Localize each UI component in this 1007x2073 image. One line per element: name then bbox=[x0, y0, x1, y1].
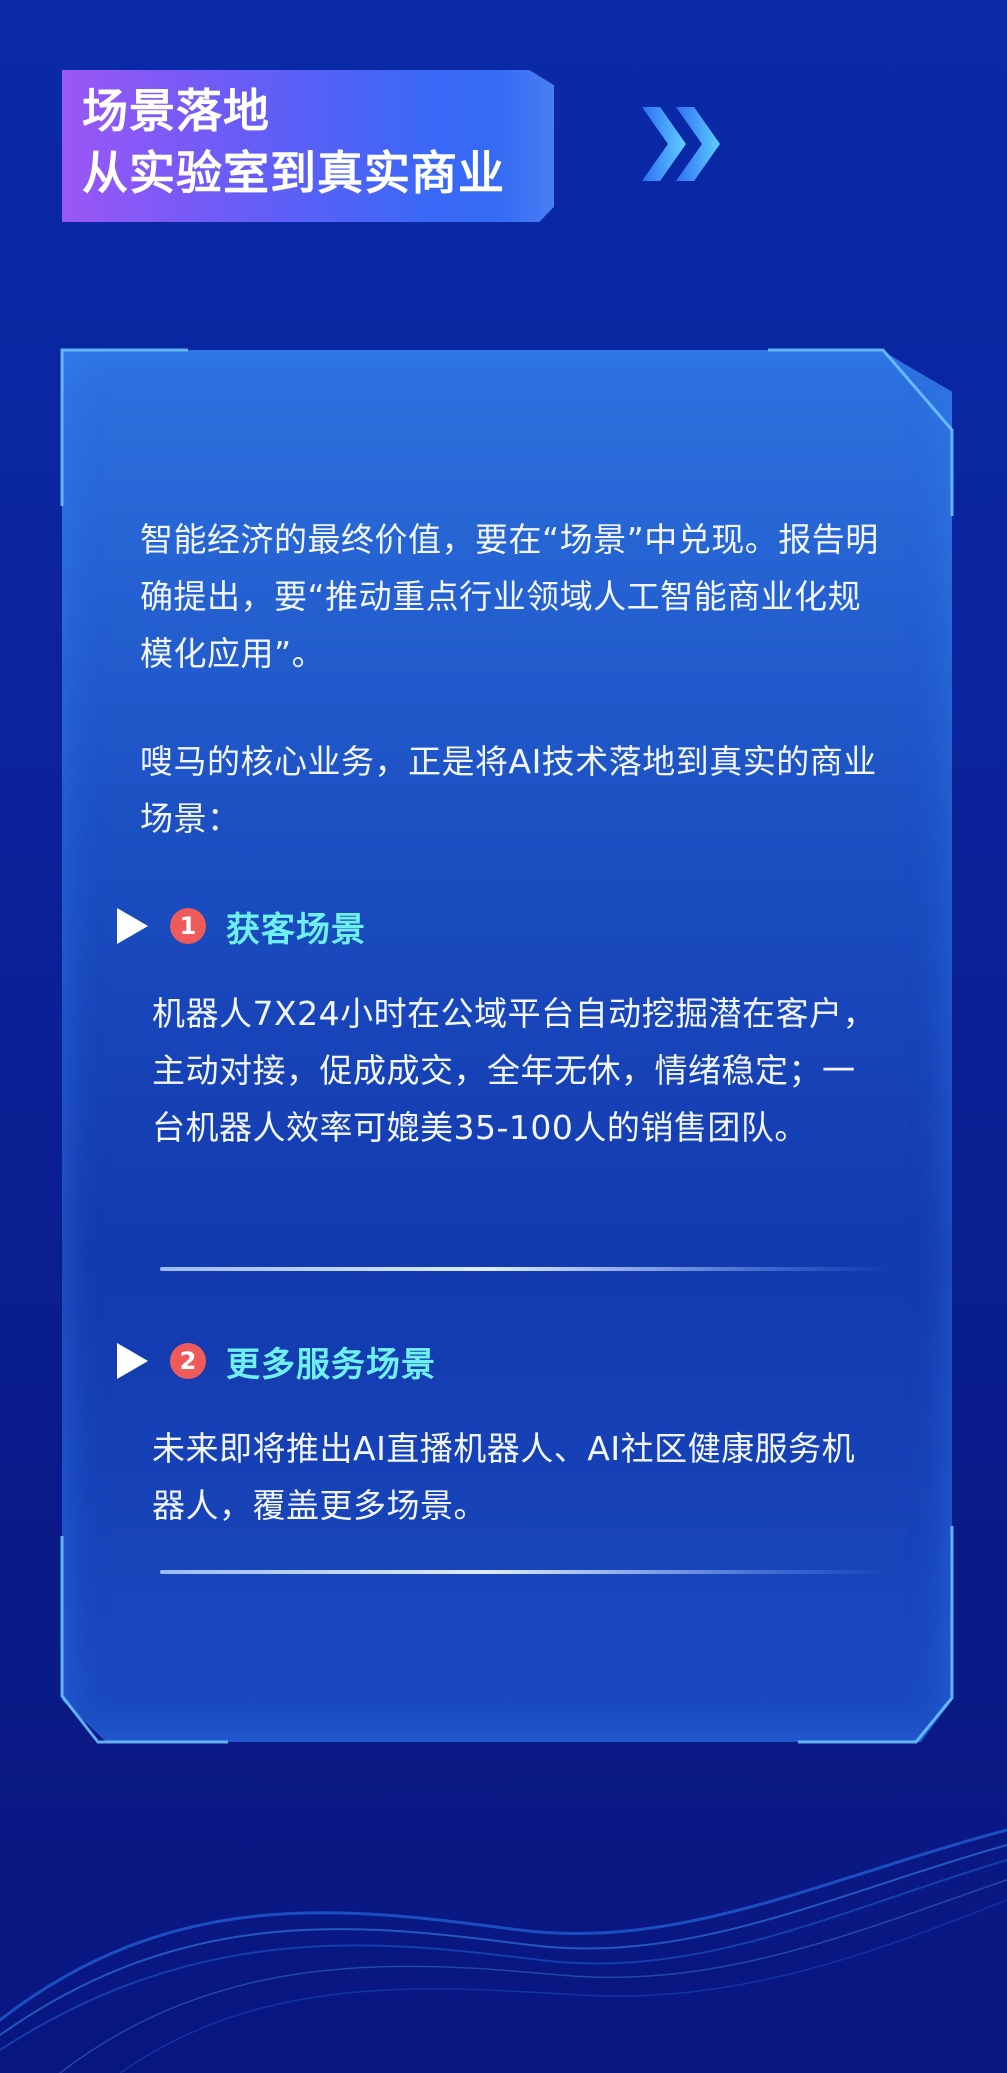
page-title-line-1: 场景落地 bbox=[82, 84, 270, 138]
section-description-2: 未来即将推出AI直播机器人、AI社区健康服务机器人，覆盖更多场景。 bbox=[152, 1429, 856, 1525]
section-title: 获客场景 bbox=[226, 909, 366, 950]
wave-decoration bbox=[0, 1828, 1007, 2073]
intro-paragraph: 智能经济的最终价值，要在“场景”中兑现。报告明确提出，要“推动重点行业领域人工智… bbox=[140, 520, 879, 673]
play-triangle-icon bbox=[117, 908, 148, 944]
header-banner: 场景落地 从实验室到真实商业 bbox=[62, 70, 554, 222]
divider bbox=[160, 1267, 890, 1271]
section-heading-2: 2 更多服务场景 bbox=[117, 1336, 436, 1386]
number-badge: 1 bbox=[170, 908, 206, 944]
double-chevron-right-icon bbox=[642, 107, 720, 181]
page-title-line-2: 从实验室到真实商业 bbox=[82, 146, 505, 200]
section-title: 更多服务场景 bbox=[226, 1344, 436, 1385]
business-paragraph: 嗖马的核心业务，正是将AI技术落地到真实的商业场景： bbox=[140, 742, 877, 838]
number-badge: 2 bbox=[170, 1343, 206, 1379]
section-heading-1: 1 获客场景 bbox=[117, 901, 366, 951]
play-triangle-icon bbox=[117, 1343, 148, 1379]
divider bbox=[160, 1570, 890, 1574]
section-description-1: 机器人7X24小时在公域平台自动挖掘潜在客户，主动对接，促成成交，全年无休，情绪… bbox=[152, 994, 877, 1147]
